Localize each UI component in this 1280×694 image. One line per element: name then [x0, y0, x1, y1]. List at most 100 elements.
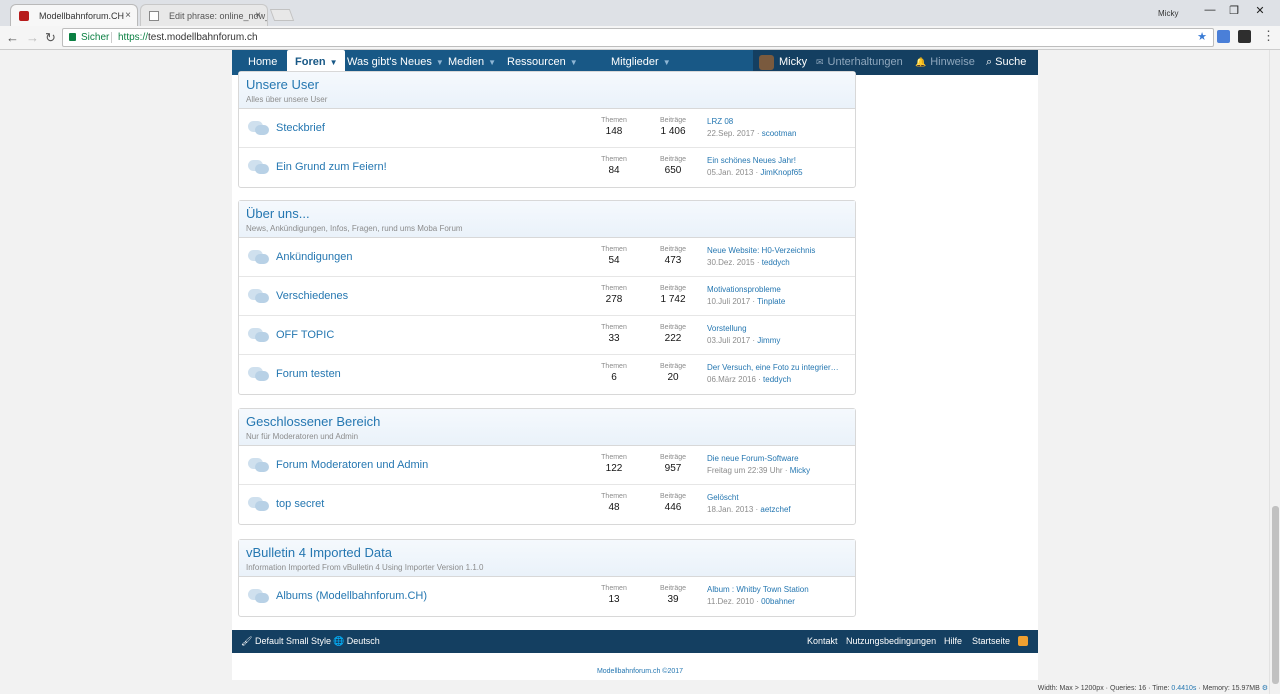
last-post-user[interactable]: scootman — [762, 129, 797, 138]
last-post-title[interactable]: Motivationsprobleme — [707, 285, 851, 294]
last-post-title[interactable]: Album : Whitby Town Station — [707, 585, 851, 594]
tab-title: Modellbahnforum.CH — [39, 11, 125, 21]
footer-link-home[interactable]: Startseite — [972, 630, 1010, 653]
last-post-title[interactable]: Neue Website: H0-Verzeichnis — [707, 246, 851, 255]
bookmark-star-icon[interactable]: ★ — [1197, 29, 1207, 46]
last-post-user[interactable]: 00bahner — [761, 597, 795, 606]
nav-foren-label: Foren — [295, 56, 326, 68]
scrollbar-thumb[interactable] — [1272, 506, 1279, 684]
footer-link-kontakt[interactable]: Kontakt — [807, 630, 838, 653]
translate-extension-icon[interactable] — [1217, 30, 1230, 43]
thread-count-label: Themen — [601, 117, 627, 124]
forum-title[interactable]: top secret — [276, 498, 324, 510]
search-button[interactable]: ⌕ Suche — [986, 50, 1026, 75]
new-tab-button[interactable] — [269, 9, 295, 21]
post-count-label: Beiträge — [659, 156, 687, 163]
footer-link-help[interactable]: Hilfe — [944, 630, 962, 653]
url-scheme: https:// — [118, 32, 149, 43]
thread-count: Themen 6 — [589, 363, 639, 383]
forum-title[interactable]: Ankündigungen — [276, 251, 352, 263]
footer-link-terms[interactable]: Nutzungsbedingungen — [846, 630, 936, 653]
address-bar[interactable]: Sicher https://test.modellbahnforum.ch ★ — [62, 28, 1214, 47]
last-post-title[interactable]: LRZ 08 — [707, 117, 851, 126]
thread-count-value: 84 — [608, 165, 620, 176]
last-post-user[interactable]: Tinplate — [757, 297, 785, 306]
style-chooser[interactable]: 🖌 Default Small Style — [241, 630, 331, 653]
post-count: Beiträge 957 — [648, 454, 698, 474]
forum-row: OFF TOPIC Themen 33 Beiträge 222 Vorstellu… — [239, 316, 855, 355]
thread-count-value: 48 — [608, 502, 620, 513]
last-post-title[interactable]: Der Versuch, eine Foto zu integrier… — [707, 363, 851, 372]
last-post-user[interactable]: JimKnopf65 — [760, 168, 802, 177]
nav-whats-new-label: Was gibt's Neues — [347, 56, 432, 68]
debug-queries: Queries: 16 — [1109, 685, 1147, 692]
maximize-icon[interactable]: ❐ — [1224, 4, 1244, 17]
category-title[interactable]: Über uns... — [246, 206, 848, 221]
last-post-user[interactable]: Micky — [790, 466, 810, 475]
close-window-icon[interactable]: ✕ — [1250, 4, 1270, 17]
brush-icon: 🖌 — [241, 636, 253, 646]
forum-title[interactable]: Forum Moderatoren und Admin — [276, 459, 428, 471]
last-post-title[interactable]: Vorstellung — [707, 324, 851, 333]
category-title[interactable]: Geschlossener Bereich — [246, 414, 848, 429]
last-post-date: Freitag um 22:39 Uhr — [707, 466, 783, 475]
url-host: test.modellbahnforum.ch — [148, 32, 258, 43]
url-text[interactable]: https://test.modellbahnforum.ch — [118, 29, 258, 46]
forum-title[interactable]: Albums (Modellbahnforum.CH) — [276, 590, 427, 602]
forum-title[interactable]: Forum testen — [276, 368, 341, 380]
forward-arrow-icon[interactable]: → — [26, 30, 39, 45]
last-post-user[interactable]: Jimmy — [757, 336, 780, 345]
last-post-title[interactable]: Ein schönes Neues Jahr! — [707, 156, 851, 165]
tab-close-icon[interactable]: × — [125, 5, 131, 26]
browser-profile-name[interactable]: Micky — [1158, 9, 1178, 18]
forum-bubbles-icon — [248, 328, 269, 343]
category-title[interactable]: Unsere User — [246, 77, 848, 92]
gear-icon[interactable]: ⚙ — [1262, 685, 1268, 692]
page-viewport: Home Foren ▼ Was gibt's Neues ▼ Medien ▼ Re… — [0, 50, 1280, 694]
debug-time-value[interactable]: 0.4410s — [1171, 685, 1196, 692]
thread-count-value: 278 — [605, 294, 623, 305]
last-post-title[interactable]: Die neue Forum-Software — [707, 454, 851, 463]
forum-bubbles-icon — [248, 497, 269, 512]
forum-title[interactable]: Verschiedenes — [276, 290, 348, 302]
extension-icon[interactable] — [1238, 30, 1251, 43]
last-post-user[interactable]: teddych — [762, 258, 790, 267]
category-header: Unsere User Alles über unsere User — [239, 72, 855, 109]
last-post-date: 05.Jan. 2013 — [707, 168, 754, 177]
last-post-user[interactable]: teddych — [763, 375, 791, 384]
forum-title[interactable]: Steckbrief — [276, 122, 325, 134]
post-count-value: 1 742 — [660, 294, 686, 305]
browser-tab-inactive[interactable]: Edit phrase: online_now_ × — [140, 4, 268, 26]
forum-title[interactable]: Ein Grund zum Feiern! — [276, 161, 387, 173]
back-arrow-icon[interactable]: ← — [6, 30, 19, 45]
thread-count-label: Themen — [601, 285, 627, 292]
last-post-date: 11.Dez. 2010 — [707, 597, 754, 606]
conversations-label: Unterhaltungen — [827, 56, 903, 68]
page-favicon-icon — [149, 11, 159, 21]
category-description: Information Imported From vBulletin 4 Us… — [246, 563, 484, 572]
browser-menu-icon[interactable]: ⋮ — [1262, 28, 1275, 44]
account-username: Micky — [779, 56, 808, 68]
last-post: Vorstellung 03.Juli 2017 · Jimmy — [707, 324, 851, 345]
reload-icon[interactable]: ↻ — [45, 30, 56, 46]
alerts-link[interactable]: 🔔 Hinweise — [915, 50, 975, 75]
style-chooser-label: Default Small Style — [254, 636, 331, 646]
post-count-value: 473 — [664, 255, 682, 266]
post-count-label: Beiträge — [659, 363, 687, 370]
post-count-value: 957 — [664, 463, 682, 474]
category-title[interactable]: vBulletin 4 Imported Data — [246, 545, 848, 560]
minimize-icon[interactable]: — — [1200, 4, 1220, 16]
rss-icon[interactable] — [1018, 636, 1028, 646]
post-count-label: Beiträge — [659, 585, 687, 592]
last-post-user[interactable]: aetzchef — [760, 505, 790, 514]
last-post-title[interactable]: Gelöscht — [707, 493, 851, 502]
page-scrollbar[interactable] — [1269, 50, 1280, 694]
post-count: Beiträge 39 — [648, 585, 698, 605]
category-ueber-uns: Über uns... News, Ankündigungen, Infos, … — [238, 200, 856, 395]
thread-count: Themen 13 — [589, 585, 639, 605]
language-chooser[interactable]: 🌐 Deutsch — [333, 630, 380, 653]
forum-title[interactable]: OFF TOPIC — [276, 329, 334, 341]
browser-tab-active[interactable]: Modellbahnforum.CH × — [10, 4, 138, 26]
last-post-date: 22.Sep. 2017 — [707, 129, 755, 138]
tab-close-icon[interactable]: × — [255, 5, 261, 26]
